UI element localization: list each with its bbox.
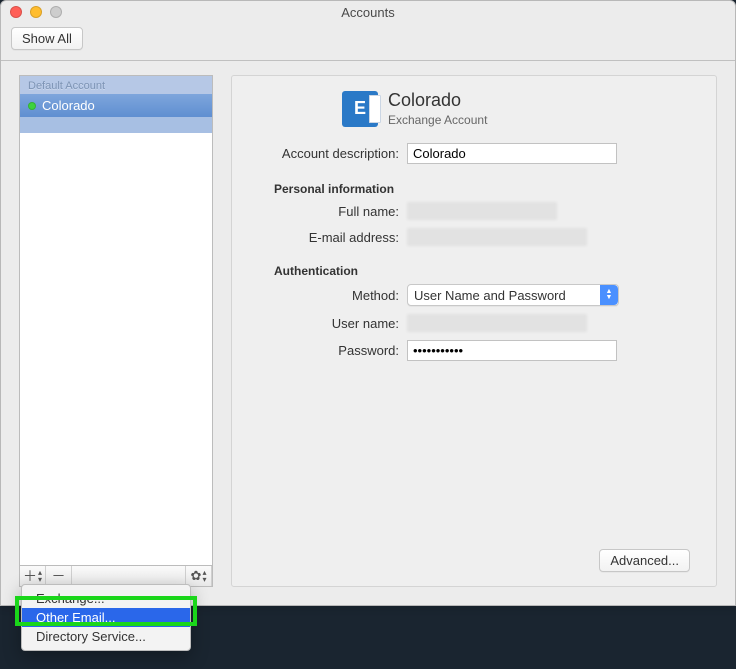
accounts-sidebar: Default Account Colorado ＋ ▴▾ － ✿: [19, 75, 213, 587]
accounts-list-header: Default Account: [20, 76, 212, 94]
method-select[interactable]: User Name and Password ▲▼: [407, 284, 619, 306]
minimize-window-button[interactable]: [30, 6, 42, 18]
close-window-button[interactable]: [10, 6, 22, 18]
accounts-window: Accounts Show All Default Account Colora…: [0, 0, 736, 606]
accounts-list[interactable]: Default Account Colorado: [19, 75, 213, 565]
account-detail-panel: E Colorado Exchange Account Account desc…: [231, 75, 717, 587]
description-input[interactable]: [407, 143, 617, 164]
fullname-value-redacted: [407, 202, 557, 220]
menu-item-other-email[interactable]: Other Email...: [22, 608, 190, 627]
remove-account-button[interactable]: －: [46, 566, 72, 586]
gear-icon: ✿: [191, 568, 202, 584]
select-caret-icon: ▲▼: [600, 285, 618, 305]
account-type-label: Exchange Account: [388, 113, 487, 127]
account-item-colorado[interactable]: Colorado: [20, 94, 212, 117]
dropdown-caret-icon: ▴▾: [202, 569, 206, 583]
account-item-detail: [20, 117, 212, 133]
add-account-button[interactable]: ＋ ▴▾: [20, 566, 46, 586]
account-item-label: Colorado: [42, 98, 95, 113]
menu-item-exchange[interactable]: Exchange...: [22, 589, 190, 608]
dropdown-caret-icon: ▴▾: [38, 569, 42, 583]
add-account-menu: Exchange... Other Email... Directory Ser…: [21, 584, 191, 651]
window-title: Accounts: [1, 5, 735, 20]
zoom-window-button[interactable]: [50, 6, 62, 18]
account-form: Account description: Personal informatio…: [252, 143, 688, 361]
email-value-redacted: [407, 228, 587, 246]
method-select-value: User Name and Password: [414, 288, 566, 303]
content-area: Default Account Colorado ＋ ▴▾ － ✿: [1, 61, 735, 605]
advanced-button[interactable]: Advanced...: [599, 549, 690, 572]
titlebar: Accounts: [1, 1, 735, 23]
username-value-redacted: [407, 314, 587, 332]
method-label: Method:: [252, 288, 407, 303]
minus-icon: －: [52, 566, 66, 586]
window-controls: [1, 6, 62, 18]
email-label: E-mail address:: [252, 230, 407, 245]
exchange-icon: E: [342, 91, 378, 127]
personal-info-heading: Personal information: [252, 172, 688, 202]
description-label: Account description:: [252, 146, 407, 161]
password-label: Password:: [252, 343, 407, 358]
show-all-button[interactable]: Show All: [11, 27, 83, 50]
toolbar: Show All: [1, 23, 735, 61]
authentication-heading: Authentication: [252, 254, 688, 284]
account-header: E Colorado Exchange Account: [252, 86, 688, 131]
username-label: User name:: [252, 316, 407, 331]
password-input[interactable]: [407, 340, 617, 361]
account-actions-button[interactable]: ✿ ▴▾: [186, 566, 212, 586]
status-online-icon: [28, 102, 36, 110]
account-title: Colorado: [388, 90, 487, 111]
plus-icon: ＋: [23, 566, 37, 586]
fullname-label: Full name:: [252, 204, 407, 219]
menu-item-directory-service[interactable]: Directory Service...: [22, 627, 190, 646]
